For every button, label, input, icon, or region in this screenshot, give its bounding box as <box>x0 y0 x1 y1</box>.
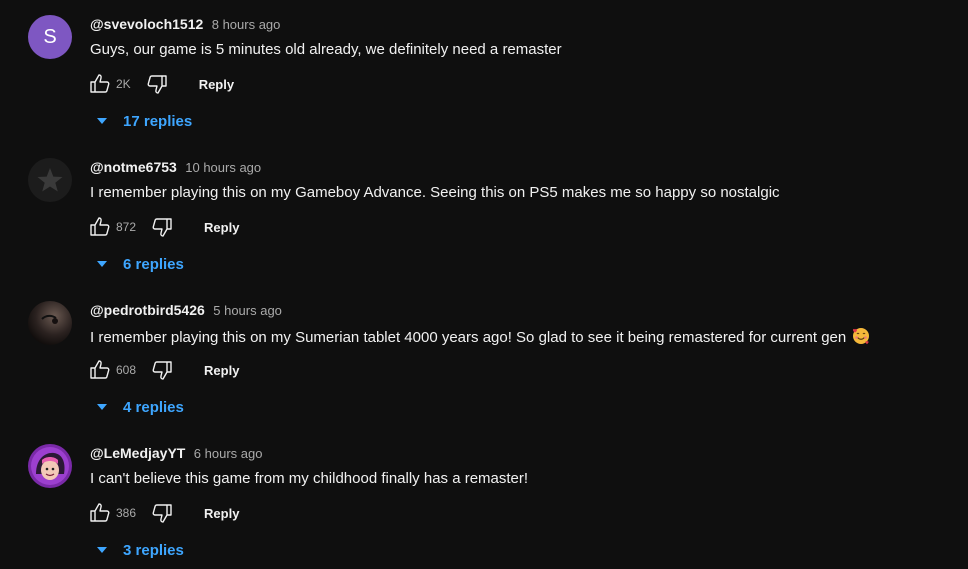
comment-time[interactable]: 5 hours ago <box>213 303 282 318</box>
comment-author[interactable]: @pedrotbird5426 <box>90 302 205 318</box>
comment-thread: @notme6753 10 hours ago I remember playi… <box>0 143 968 286</box>
view-replies-button[interactable]: 3 replies <box>92 539 184 561</box>
like-count: 872 <box>116 220 137 234</box>
comment-actions: 608 Reply <box>88 358 239 382</box>
comment-author[interactable]: @svevoloch1512 <box>90 16 203 32</box>
caret-down-icon <box>92 397 112 417</box>
replies-count-label: 17 replies <box>123 112 193 130</box>
like-icon[interactable] <box>88 215 112 239</box>
comments-section: S @svevoloch1512 8 hours ago Guys, our g… <box>0 0 968 569</box>
comment-header: @LeMedjayYT 6 hours ago <box>90 445 262 463</box>
comment-text: I can't believe this game from my childh… <box>90 470 529 487</box>
reply-button[interactable]: Reply <box>204 220 239 235</box>
comment-actions: 2K Reply <box>88 72 234 96</box>
dislike-icon[interactable] <box>150 215 174 239</box>
like-count: 608 <box>116 363 137 377</box>
comment-actions: 872 Reply <box>88 215 239 239</box>
like-icon[interactable] <box>88 358 112 382</box>
view-replies-button[interactable]: 6 replies <box>92 253 184 275</box>
comment-text: I remember playing this on my Gameboy Ad… <box>90 184 780 201</box>
comment-thread: @pedrotbird5426 5 hours ago I remember p… <box>0 286 968 429</box>
caret-down-icon <box>92 111 112 131</box>
comment-actions: 386 Reply <box>88 501 239 525</box>
comment-author[interactable]: @notme6753 <box>90 159 177 175</box>
comment-thread: @LeMedjayYT 6 hours ago I can't believe … <box>0 429 968 569</box>
comment-time[interactable]: 8 hours ago <box>212 17 281 32</box>
caret-down-icon <box>92 540 112 560</box>
comment-header: @pedrotbird5426 5 hours ago <box>90 302 282 320</box>
dislike-icon[interactable] <box>150 358 174 382</box>
comment-header: @notme6753 10 hours ago <box>90 159 261 177</box>
avatar[interactable] <box>28 158 72 202</box>
photo-avatar <box>28 301 72 345</box>
replies-count-label: 4 replies <box>123 398 184 416</box>
dislike-icon[interactable] <box>145 72 169 96</box>
comment-text: I remember playing this on my Sumerian t… <box>90 327 870 349</box>
view-replies-button[interactable]: 4 replies <box>92 396 184 418</box>
replies-count-label: 3 replies <box>123 541 184 559</box>
comment-time[interactable]: 10 hours ago <box>185 160 261 175</box>
avatar[interactable] <box>28 444 72 488</box>
comment-time[interactable]: 6 hours ago <box>194 446 263 461</box>
like-count: 2K <box>116 77 131 91</box>
character-avatar <box>28 444 72 488</box>
smiling-face-with-hearts-icon <box>852 327 870 349</box>
comment-author[interactable]: @LeMedjayYT <box>90 445 185 461</box>
comment-text: Guys, our game is 5 minutes old already,… <box>90 41 562 58</box>
like-icon[interactable] <box>88 501 112 525</box>
comment-thread: S @svevoloch1512 8 hours ago Guys, our g… <box>0 0 968 143</box>
dislike-icon[interactable] <box>150 501 174 525</box>
like-icon[interactable] <box>88 72 112 96</box>
view-replies-button[interactable]: 17 replies <box>92 110 192 132</box>
reply-button[interactable]: Reply <box>204 363 239 378</box>
like-count: 386 <box>116 506 137 520</box>
star-icon <box>28 158 72 202</box>
avatar[interactable] <box>28 301 72 345</box>
comment-text-body: I remember playing this on my Sumerian t… <box>90 329 847 346</box>
avatar[interactable]: S <box>28 15 72 59</box>
reply-button[interactable]: Reply <box>204 506 239 521</box>
replies-count-label: 6 replies <box>123 255 184 273</box>
avatar-letter: S <box>28 15 72 59</box>
comment-header: @svevoloch1512 8 hours ago <box>90 16 280 34</box>
caret-down-icon <box>92 254 112 274</box>
reply-button[interactable]: Reply <box>199 77 234 92</box>
